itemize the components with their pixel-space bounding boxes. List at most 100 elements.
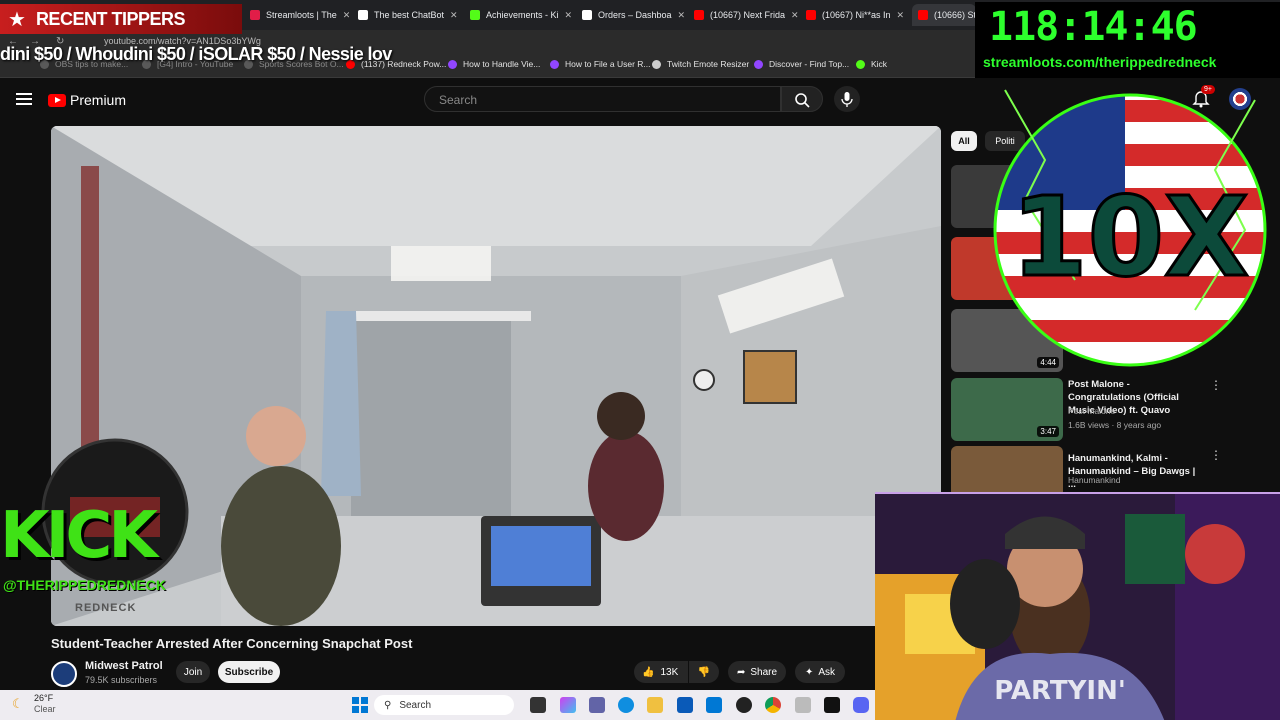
video-duration: 3:47: [1037, 426, 1059, 437]
terminal-icon[interactable]: [824, 697, 840, 713]
browser-tab[interactable]: Orders – Dashboa ✕: [576, 4, 686, 26]
app-icon[interactable]: [795, 697, 811, 713]
youtube-icon: [918, 10, 928, 20]
dashboard-icon: [582, 10, 592, 20]
chrome-icon[interactable]: [765, 697, 781, 713]
wall-clock: [693, 369, 715, 391]
youtube-icon: [694, 10, 704, 20]
search-icon: ⚲: [384, 699, 392, 711]
youtube-icon: [806, 10, 816, 20]
voice-search-button[interactable]: [834, 86, 860, 112]
youtube-logo[interactable]: Premium: [48, 92, 126, 108]
search-input[interactable]: [425, 87, 780, 113]
weather-temperature: 26°F: [34, 693, 54, 703]
sidebar-channel[interactable]: Post Malone: [1068, 406, 1115, 416]
bookmark[interactable]: Kick: [856, 59, 887, 69]
webcam-feed: PARTYIN': [875, 492, 1280, 720]
more-options-icon[interactable]: ⋮: [1210, 378, 1222, 392]
browser-tab[interactable]: Achievements - Ki ✕: [464, 4, 574, 26]
kick-overlay: KICK @THERIPPEDREDNECK REDNECK: [0, 437, 225, 617]
share-button[interactable]: ➦ Share: [728, 661, 786, 683]
tenx-label: 10X: [1011, 173, 1249, 301]
star-icon: ★: [8, 8, 26, 31]
streamloots-url: streamloots.com/therippedredneck: [983, 54, 1217, 70]
close-icon[interactable]: ✕: [565, 10, 573, 21]
bookmark[interactable]: How to Handle Vie...: [448, 59, 540, 69]
dislike-button[interactable]: 👎: [689, 661, 719, 683]
youtube-play-icon: [48, 93, 66, 107]
subscriber-count: 79.5K subscribers: [85, 675, 158, 685]
chatbot-icon: [358, 10, 368, 20]
more-options-icon[interactable]: ⋮: [1210, 448, 1222, 462]
browser-tab[interactable]: Streamloots | The ✕: [244, 4, 352, 26]
task-view-icon[interactable]: [530, 697, 546, 713]
microphone-icon: [841, 92, 853, 107]
share-icon: ➦: [736, 666, 746, 678]
bookmark[interactable]: Twitch Emote Resizer: [652, 59, 749, 69]
edge-icon[interactable]: [618, 697, 634, 713]
discord-icon[interactable]: [853, 697, 869, 713]
kick-logo: KICK: [0, 499, 158, 573]
store-icon[interactable]: [677, 697, 693, 713]
sidebar-channel[interactable]: Hanumankind: [1068, 475, 1120, 485]
microphone: [950, 559, 1020, 649]
bookmark[interactable]: Discover - Find Top...: [754, 59, 849, 69]
tenx-overlay: 10X: [993, 89, 1267, 367]
channel-name[interactable]: Midwest Patrol: [85, 660, 163, 672]
file-explorer-icon[interactable]: [647, 697, 663, 713]
search-box: [424, 86, 781, 113]
like-count: 13K: [660, 666, 679, 678]
like-button[interactable]: 👍 13K: [634, 661, 688, 683]
menu-icon[interactable]: [16, 93, 32, 105]
browser-tab[interactable]: The best ChatBot ✕: [352, 4, 462, 26]
close-icon[interactable]: ✕: [343, 10, 351, 21]
curtain: [321, 311, 361, 496]
sidebar-thumbnail[interactable]: 3:47: [951, 378, 1063, 441]
tipper-ticker: dini $50 / Whoudini $50 / iSOLAR $50 / N…: [0, 44, 392, 64]
close-icon[interactable]: ✕: [897, 10, 905, 21]
subathon-timer: 118:14:46 streamloots.com/therippedredne…: [975, 2, 1280, 78]
browser-tab[interactable]: (10667) Next Frida ✕: [688, 4, 798, 26]
door: [351, 316, 511, 536]
weather-description: Clear: [34, 704, 56, 714]
cork-board: [743, 350, 797, 404]
browser-tab[interactable]: (10667) Ni**as In ✕: [800, 4, 910, 26]
twitch-icon: [448, 59, 457, 69]
kick-subtitle: REDNECK: [75, 602, 137, 614]
join-button[interactable]: Join: [176, 661, 210, 683]
subscribe-button[interactable]: Subscribe: [218, 661, 280, 683]
kick-icon: [470, 10, 480, 20]
kick-icon: [856, 59, 865, 69]
person-seated: [588, 431, 664, 541]
bookmark[interactable]: How to File a User R...: [550, 59, 651, 69]
browser-tab-active[interactable]: (10666) Student-: [912, 4, 976, 26]
timer-clock: 118:14:46: [989, 4, 1198, 50]
search-button[interactable]: [781, 86, 823, 112]
taskbar-search[interactable]: ⚲ Search: [374, 695, 514, 715]
twitch-icon: [754, 59, 763, 69]
sparkle-icon: ✦: [804, 666, 814, 678]
webcam-frame: PARTYIN': [875, 494, 1280, 720]
video-title: Student-Teacher Arrested After Concernin…: [51, 636, 413, 651]
chip-all[interactable]: All: [951, 131, 977, 151]
twitch-icon: [550, 59, 559, 69]
globe-icon: [652, 59, 661, 69]
thumbs-up-icon: 👍: [642, 666, 655, 678]
obs-icon[interactable]: [736, 697, 752, 713]
recent-tippers-banner: ★ RECENT TIPPERS: [0, 4, 242, 34]
moon-weather-icon: ☾: [12, 696, 24, 711]
outlook-icon[interactable]: [706, 697, 722, 713]
close-icon[interactable]: ✕: [678, 10, 686, 21]
channel-avatar[interactable]: [51, 661, 77, 687]
close-icon[interactable]: ✕: [450, 10, 458, 21]
windows-start-icon[interactable]: [352, 697, 368, 713]
ask-button[interactable]: ✦ Ask: [795, 661, 845, 683]
copilot-icon[interactable]: [560, 697, 576, 713]
streamloots-icon: [250, 10, 260, 20]
officer: [221, 466, 341, 626]
search-icon: [795, 93, 810, 108]
sidebar-video-title[interactable]: Hanumankind, Kalmi - Hanumankind – Big D…: [1068, 452, 1200, 491]
sidebar-meta: 1.6B views · 8 years ago: [1068, 420, 1162, 430]
teams-icon[interactable]: [589, 697, 605, 713]
close-icon[interactable]: ✕: [791, 10, 798, 21]
